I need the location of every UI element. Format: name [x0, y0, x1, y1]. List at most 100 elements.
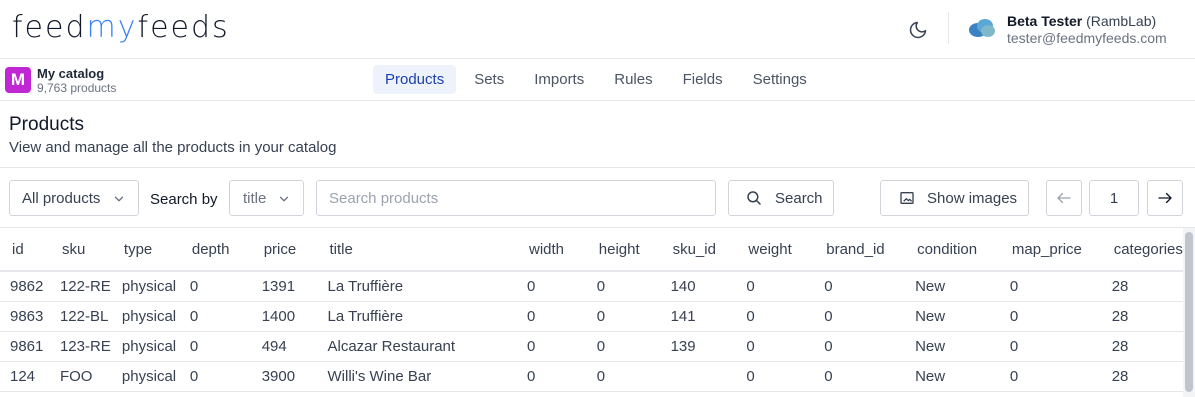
cell-id: 124 — [0, 361, 50, 392]
chevron-down-icon — [114, 196, 124, 202]
column-header-height[interactable]: height — [586, 228, 661, 272]
search-field-value: title — [243, 189, 267, 207]
cell-sku: 122-BL — [49, 301, 112, 332]
logo[interactable]: feedmyfeeds — [12, 10, 230, 45]
cell-height: 0 — [586, 271, 661, 302]
cell-width: 0 — [516, 271, 587, 302]
tab-imports[interactable]: Imports — [522, 65, 596, 94]
user-avatar-cloud-icon[interactable] — [968, 17, 996, 39]
table-row[interactable]: 124 FOO physical 0 3900 Willi's Wine Bar 0 0 0 0 N… — [0, 361, 1183, 392]
cell-type: physical — [111, 271, 180, 302]
cell-condition: New — [905, 301, 1000, 332]
tab-sets[interactable]: Sets — [462, 65, 516, 94]
table-header-row: id sku type depth price title width height sku_i… — [0, 228, 1183, 272]
table-row[interactable]: 9863 122-BL physical 0 1400 La Truffière 0 0 141… — [0, 301, 1183, 332]
user-org: (RambLab) — [1086, 13, 1157, 29]
show-images-label: Show images — [927, 189, 1018, 207]
column-header-label: height — [598, 240, 640, 258]
search-button[interactable]: Search — [728, 180, 834, 216]
tab-fields[interactable]: Fields — [671, 65, 735, 94]
column-header-brand-id[interactable]: brand_id — [814, 228, 906, 272]
cell-depth: 0 — [179, 361, 252, 392]
page-number-field[interactable]: 1 — [1089, 180, 1139, 216]
column-header-sku-id[interactable]: sku_id — [660, 228, 737, 272]
column-header-depth[interactable]: depth — [179, 228, 252, 272]
cell-sku: 122-RE — [49, 271, 112, 302]
column-header-map-price[interactable]: map_price — [999, 228, 1102, 272]
header-divider — [948, 12, 949, 44]
dark-mode-toggle[interactable] — [904, 16, 932, 44]
column-header-label: sku — [61, 240, 86, 258]
cell-height: 0 — [586, 361, 661, 392]
cell-map-price: 0 — [999, 271, 1102, 302]
user-name[interactable]: Beta Tester (RambLab) — [1007, 13, 1156, 29]
chevron-down-icon — [279, 196, 289, 202]
cell-weight: 0 — [736, 271, 815, 302]
search-by-label: Search by — [150, 191, 218, 208]
column-header-price[interactable]: price — [251, 228, 318, 272]
cell-depth: 0 — [179, 331, 252, 362]
catalog-nav-bar: M My catalog 9,763 products Products Set… — [0, 59, 1195, 101]
products-table: id sku type depth price title width height sku_i… — [0, 228, 1183, 392]
cell-sku-id: 139 — [660, 331, 737, 362]
column-header-width[interactable]: width — [516, 228, 587, 272]
cell-map-price: 0 — [999, 301, 1102, 332]
column-header-label: depth — [191, 240, 230, 258]
user-display-name: Beta Tester — [1007, 13, 1083, 29]
column-header-categories[interactable]: categories — [1101, 228, 1183, 272]
show-images-button[interactable]: Show images — [880, 180, 1029, 216]
column-header-weight[interactable]: weight — [736, 228, 815, 272]
catalog-avatar[interactable]: M — [5, 67, 31, 93]
column-header-type[interactable]: type — [111, 228, 180, 272]
column-header-label: title — [329, 240, 353, 258]
table-scrollbar-thumb[interactable] — [1185, 232, 1193, 392]
column-header-title[interactable]: title — [317, 228, 517, 272]
user-email: tester@feedmyfeeds.com — [1007, 30, 1167, 46]
cell-width: 0 — [516, 301, 587, 332]
search-input[interactable] — [316, 180, 716, 216]
cell-height: 0 — [586, 331, 661, 362]
column-header-sku[interactable]: sku — [49, 228, 112, 272]
column-header-label: sku_id — [672, 240, 716, 258]
cell-price: 1391 — [251, 271, 318, 302]
cell-categories: 28 — [1101, 331, 1183, 362]
cell-condition: New — [905, 271, 1000, 302]
arrow-left-icon — [1057, 192, 1071, 204]
next-page-button[interactable] — [1147, 180, 1183, 216]
table-body: 9862 122-RE physical 0 1391 La Truffière 0 0 140… — [0, 271, 1183, 392]
product-filter-select[interactable]: All products — [9, 180, 139, 216]
tab-rules[interactable]: Rules — [602, 65, 664, 94]
cell-condition: New — [905, 331, 1000, 362]
search-field-select[interactable]: title — [229, 180, 304, 216]
cell-type: physical — [111, 301, 180, 332]
cell-weight: 0 — [736, 331, 815, 362]
cell-title: Willi's Wine Bar — [317, 361, 517, 392]
column-header-id[interactable]: id — [0, 228, 50, 272]
catalog-name[interactable]: My catalog — [37, 66, 104, 81]
column-header-condition[interactable]: condition — [905, 228, 1000, 272]
cell-height: 0 — [586, 301, 661, 332]
cell-title: La Truffière — [317, 301, 517, 332]
cell-sku: FOO — [49, 361, 112, 392]
search-button-label: Search — [775, 189, 823, 207]
column-header-label: id — [12, 240, 24, 258]
cell-map-price: 0 — [999, 331, 1102, 362]
column-header-label: weight — [748, 240, 792, 258]
cell-width: 0 — [516, 361, 587, 392]
logo-text-feeds: feeds — [137, 10, 230, 45]
products-toolbar: All products Search by title Search Show… — [0, 168, 1195, 228]
cell-price: 3900 — [251, 361, 318, 392]
cell-weight: 0 — [736, 301, 815, 332]
cell-depth: 0 — [179, 301, 252, 332]
tab-settings[interactable]: Settings — [741, 65, 819, 94]
cell-categories: 28 — [1101, 271, 1183, 302]
table-row[interactable]: 9862 122-RE physical 0 1391 La Truffière 0 0 140… — [0, 271, 1183, 302]
cell-condition: New — [905, 361, 1000, 392]
previous-page-button[interactable] — [1046, 180, 1082, 216]
logo-text-my: my — [86, 10, 138, 45]
column-header-label: type — [123, 240, 153, 258]
table-row[interactable]: 9861 123-RE physical 0 494 Alcazar Restaurant… — [0, 331, 1183, 362]
tab-products[interactable]: Products — [373, 65, 457, 94]
page-title: Products — [9, 114, 84, 135]
cell-price: 494 — [251, 331, 318, 362]
